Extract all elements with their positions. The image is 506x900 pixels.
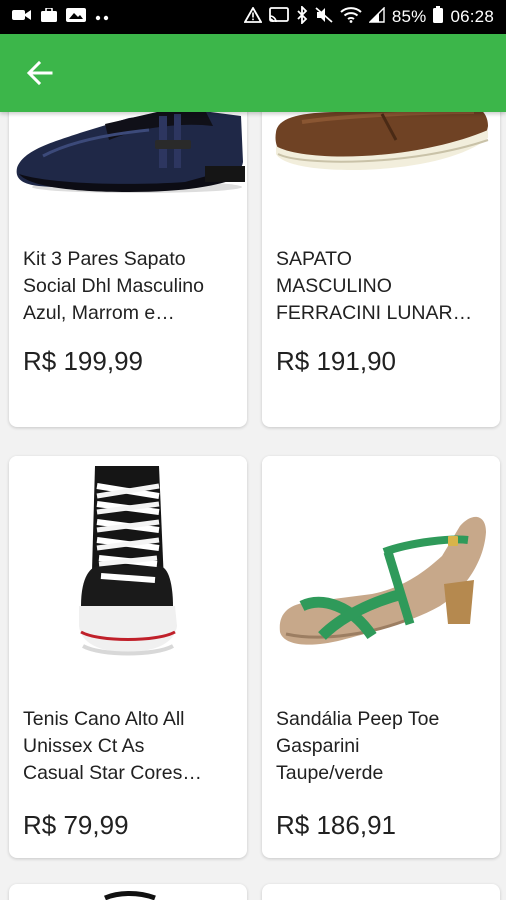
product-image-partial <box>104 891 156 900</box>
mute-icon <box>315 6 333 28</box>
app-bar <box>0 34 506 112</box>
briefcase-icon <box>41 6 57 27</box>
image-icon <box>66 7 86 27</box>
signal-icon <box>368 5 385 28</box>
battery-percent: 85% <box>391 7 427 26</box>
bluetooth-icon <box>296 4 308 29</box>
product-card[interactable] <box>9 884 247 900</box>
product-title: SAPATO MASCULINO FERRACINI LUNAR… <box>276 248 473 324</box>
product-price: R$ 199,99 <box>23 346 143 376</box>
product-price: R$ 186,91 <box>276 810 396 840</box>
product-card[interactable]: SAPATO MASCULINO FERRACINI LUNAR… R$ 191… <box>262 112 500 427</box>
clock: 06:28 <box>450 7 494 26</box>
back-button[interactable] <box>24 57 56 89</box>
product-title: Tenis Cano Alto All Unissex Ct As Casual… <box>23 708 202 784</box>
cast-icon <box>268 6 289 28</box>
product-image-black-high-top-sneaker <box>9 456 247 696</box>
product-price: R$ 79,99 <box>23 810 129 840</box>
warning-icon <box>243 5 263 28</box>
product-image-taupe-green-sandal <box>262 456 500 696</box>
product-title: Kit 3 Pares Sapato Social Dhl Masculino … <box>23 248 204 324</box>
product-card[interactable] <box>262 884 500 900</box>
product-card[interactable]: Tenis Cano Alto All Unissex Ct As Casual… <box>9 456 247 858</box>
product-price: R$ 191,90 <box>276 346 396 376</box>
battery-icon <box>433 6 444 28</box>
more-dots-icon <box>95 8 109 26</box>
product-card[interactable]: Sandália Peep Toe Gasparini Taupe/verde … <box>262 456 500 858</box>
product-grid: Kit 3 Pares Sapato Social Dhl Masculino … <box>0 112 506 900</box>
arrow-left-icon <box>26 60 53 86</box>
video-icon <box>12 8 32 27</box>
product-card[interactable]: Kit 3 Pares Sapato Social Dhl Masculino … <box>9 112 247 427</box>
status-bar: 85% 06:28 <box>0 0 506 34</box>
wifi-icon <box>340 6 362 28</box>
product-title: Sandália Peep Toe Gasparini Taupe/verde <box>276 708 440 784</box>
